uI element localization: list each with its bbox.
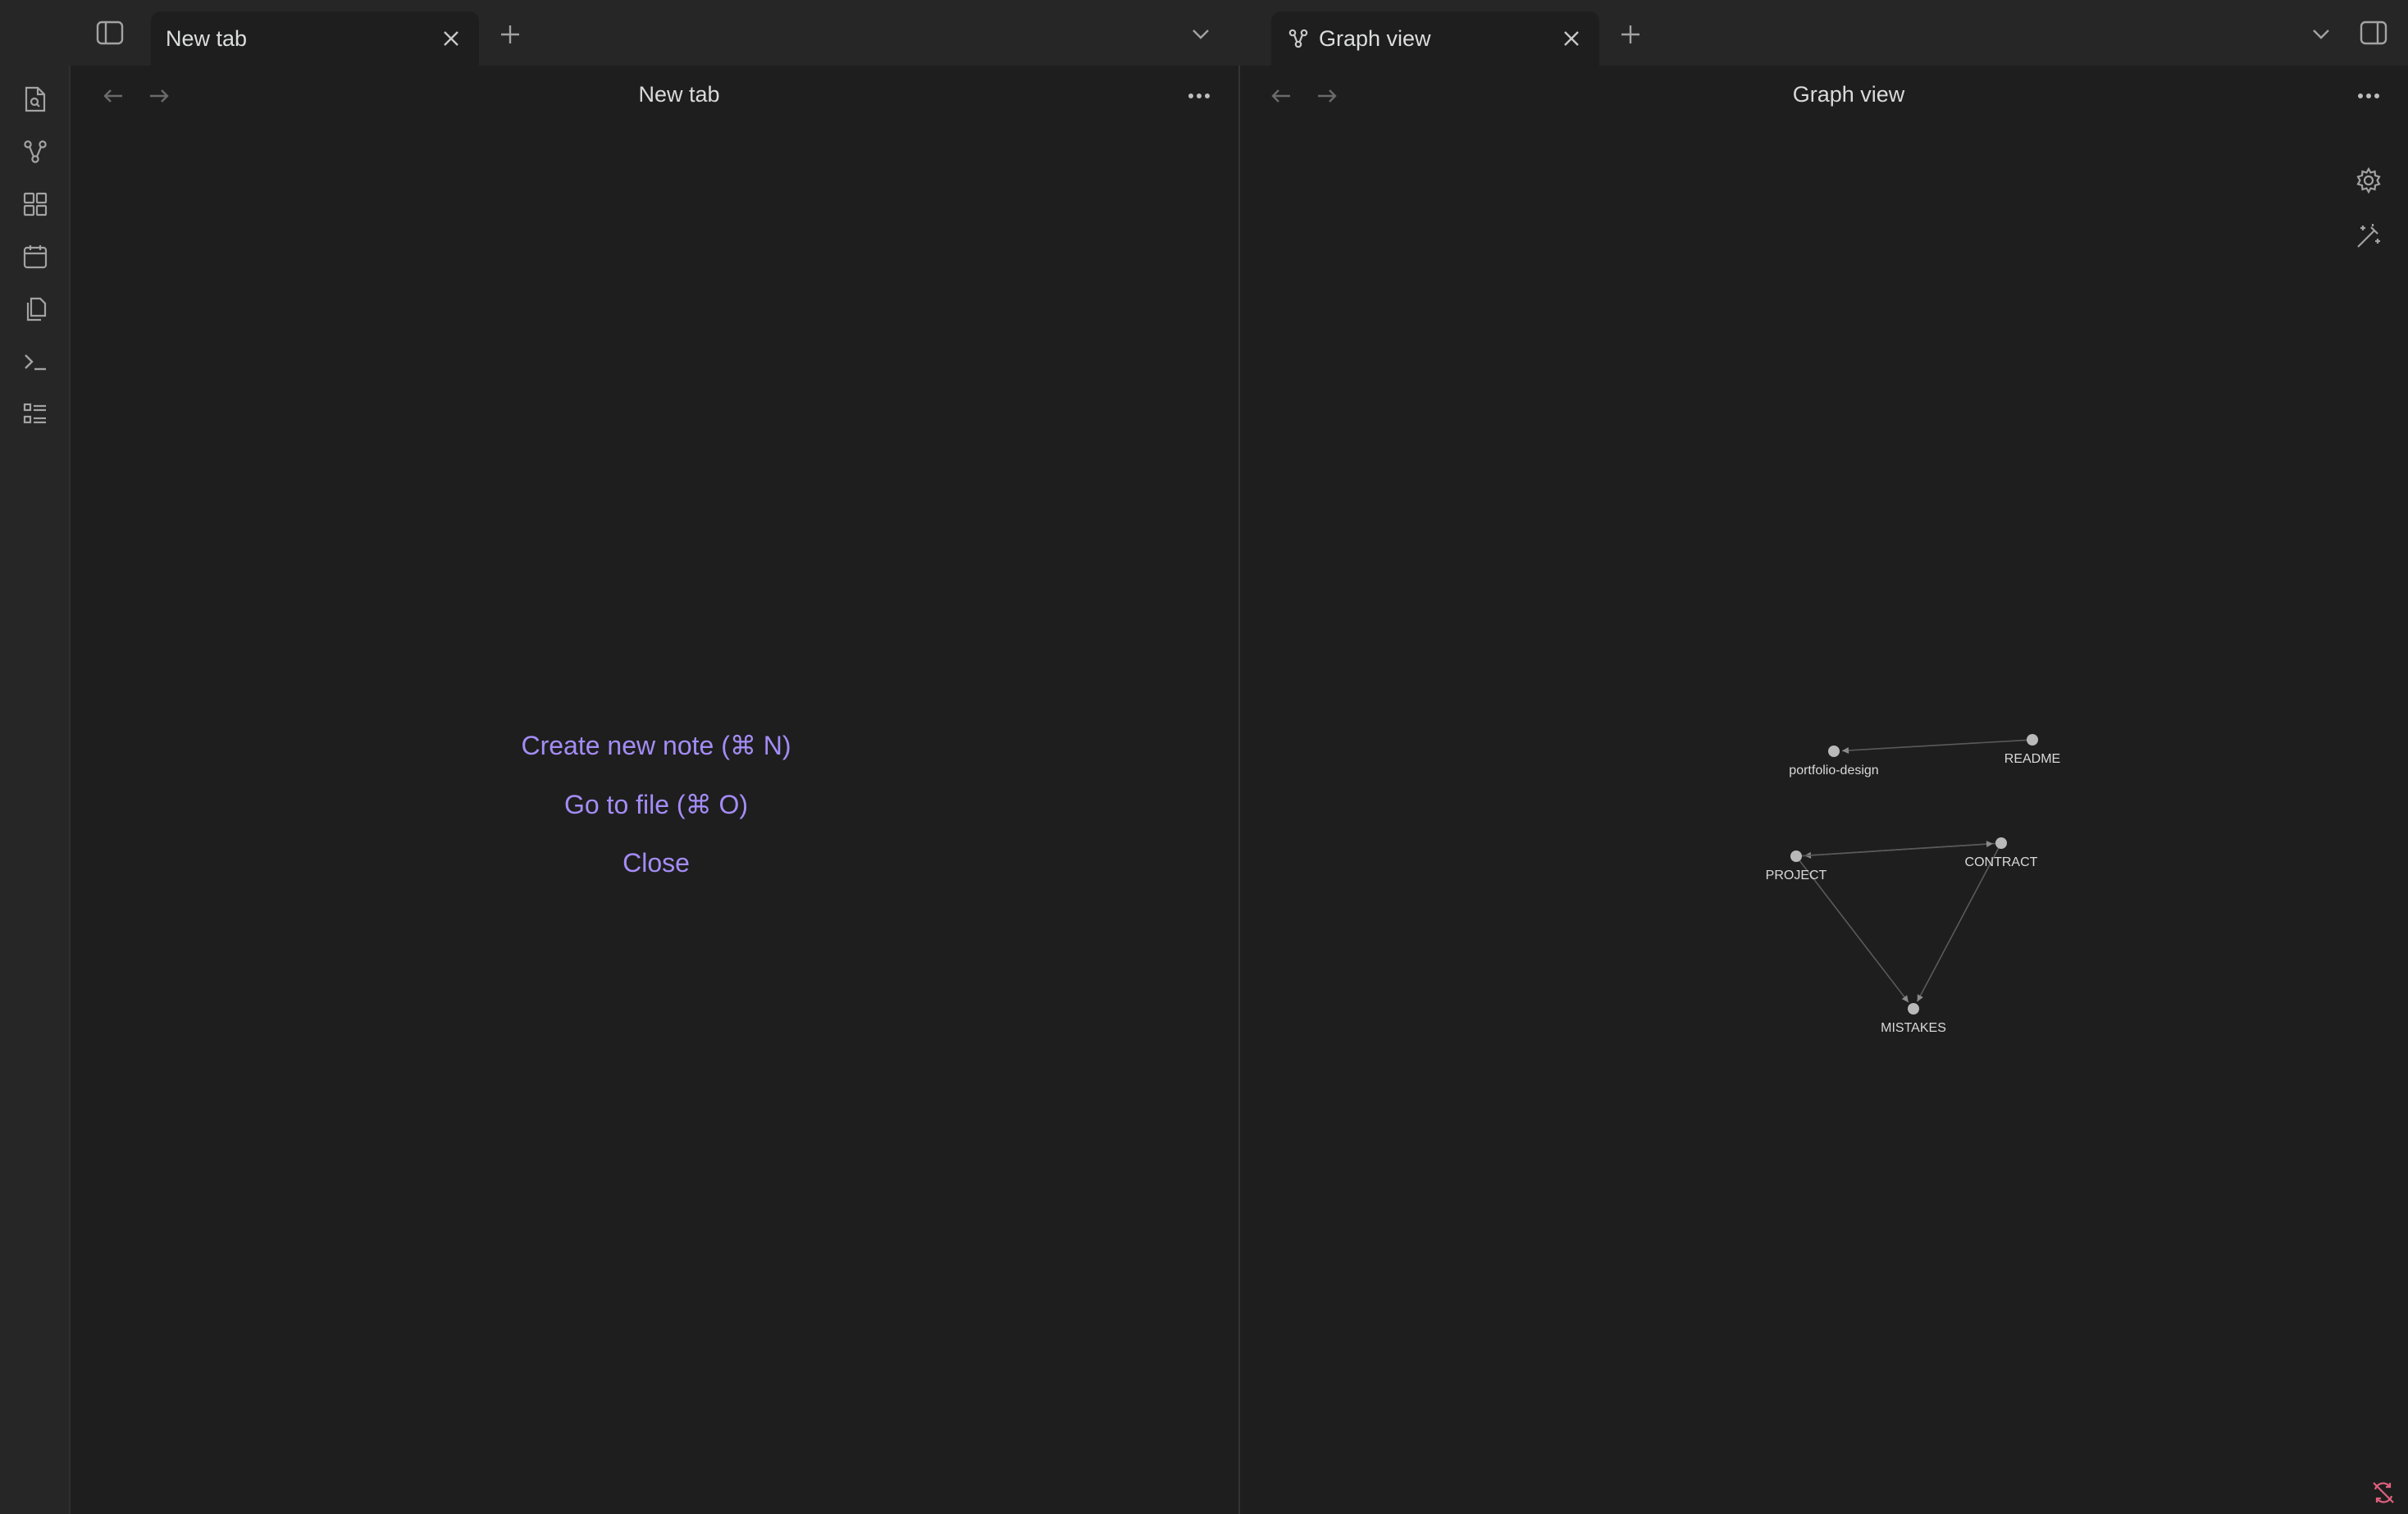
new-tab-button[interactable] [1614,20,1647,49]
toggle-right-sidebar-button[interactable] [2356,18,2392,48]
gear-icon [2356,166,2381,194]
app-window: New tab Graph view New tab Create new no… [0,0,2408,1514]
open-canvas-button[interactable] [18,187,52,221]
graph-node-label: README [2004,752,2060,766]
arrow-left-icon [103,89,122,103]
plus-icon [501,25,519,43]
tab-list-dropdown-button[interactable] [2305,20,2337,48]
view-header: New tab [72,66,1238,126]
arrow-right-icon [1318,89,1337,103]
tab-title: Graph view [1319,25,1431,51]
left-pane: New tab Create new note (⌘ N) Go to file… [72,66,1240,1514]
open-quick-switcher-button[interactable] [18,82,52,116]
open-outline-button[interactable] [18,397,52,431]
tab-graph-view[interactable]: Graph view [1271,11,1599,66]
graph-view-icon [24,140,47,163]
calendar-icon [23,245,48,269]
navigate-back-button[interactable] [1266,81,1296,111]
magic-wand-icon [2357,224,2380,248]
graph-link [1916,847,2000,1002]
more-horizontal-icon [2358,93,2379,98]
graph-node-label: portfolio-design [1789,764,1878,778]
tab-title: New tab [166,25,248,51]
graph-settings-button[interactable] [2351,162,2387,198]
open-command-palette-button[interactable] [18,344,52,379]
animate-graph-button[interactable] [2351,218,2387,254]
navigate-forward-button[interactable] [1312,81,1342,111]
tab-bar: New tab Graph view [0,0,2408,66]
right-pane: portfolio-design README PROJECT CONTRACT MIS… [1242,66,2408,1514]
file-search-icon [25,86,46,112]
graph-link-arrow [1901,995,1909,1003]
sidebar-right-icon [2360,21,2387,45]
view-title: New tab [638,82,720,107]
graph-view-icon [1286,26,1311,51]
close-tab-button[interactable] [1558,25,1585,52]
plus-icon [1621,25,1640,43]
create-new-note-link[interactable]: Create new note (⌘ N) [521,730,791,761]
open-graph-view-button[interactable] [18,135,52,169]
graph-canvas[interactable]: portfolio-design README PROJECT CONTRACT MIS… [1242,66,2408,1514]
toggle-left-sidebar-button[interactable] [92,18,128,48]
canvas-icon [23,192,48,217]
graph-node[interactable] [1828,746,1840,757]
chevron-down-icon [2313,30,2329,39]
tab-list-dropdown-button[interactable] [1184,20,1217,48]
view-header: Graph view [1242,66,2408,126]
more-horizontal-icon [1188,93,1210,98]
view-title: Graph view [1792,82,1905,107]
navigate-back-button[interactable] [98,81,128,111]
terminal-icon [25,354,46,371]
graph-node[interactable] [1995,837,2007,849]
more-options-button[interactable] [1183,81,1215,111]
close-tab-button[interactable] [438,25,464,52]
graph-node-label: MISTAKES [1881,1021,1946,1035]
sync-off-icon [2373,1482,2394,1503]
sidebar-left-icon [96,21,124,45]
navigate-forward-button[interactable] [144,81,174,111]
left-ribbon [0,66,71,1514]
graph-link [1801,842,1994,857]
graph-link [1841,739,2027,752]
graph-node[interactable] [2027,734,2038,746]
insert-template-button[interactable] [18,292,52,326]
go-to-file-link[interactable]: Go to file (⌘ O) [564,789,748,820]
close-link[interactable]: Close [623,848,690,878]
more-options-button[interactable] [2352,81,2385,111]
close-icon [444,31,458,46]
graph-node-label: PROJECT [1766,869,1827,882]
graph-node[interactable] [1908,1003,1919,1015]
tab-new-tab[interactable]: New tab [151,11,479,66]
chevron-down-icon [1193,30,1209,39]
sync-status-button[interactable] [2367,1476,2400,1509]
graph-node-label: CONTRACT [1965,855,2038,869]
copy-files-icon [26,297,47,321]
graph-node[interactable] [1790,850,1802,862]
graph-link-arrow [1986,841,1994,848]
open-daily-note-button[interactable] [18,239,52,274]
close-icon [1564,31,1579,46]
arrow-left-icon [1271,89,1290,103]
new-tab-button[interactable] [494,20,527,49]
arrow-right-icon [150,89,169,103]
list-checks-icon [23,403,46,424]
graph-link-arrow [1841,746,1849,754]
